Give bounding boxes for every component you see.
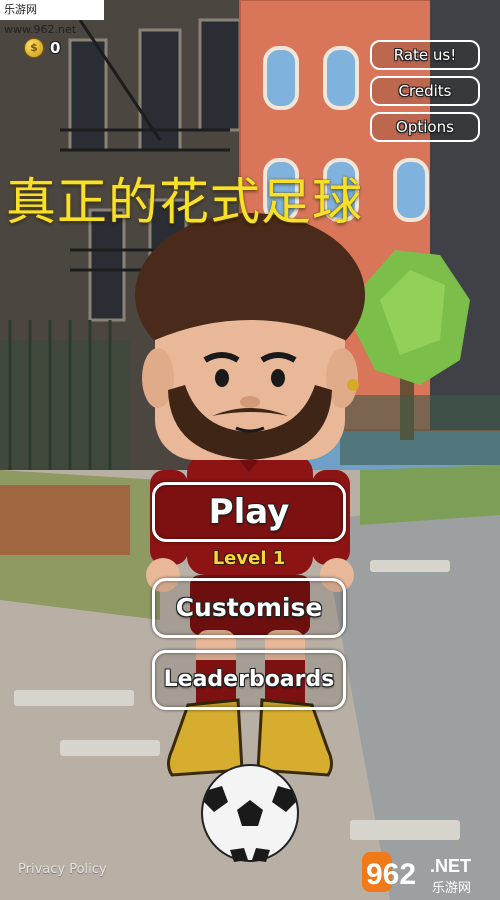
- watermark: 乐游网 www.962.net: [0, 0, 104, 36]
- logo-cn: 乐游网: [432, 881, 471, 896]
- site-logo: 962 .NET 乐游网: [362, 852, 471, 896]
- level-label: Level 1: [212, 548, 286, 569]
- leaderboards-button[interactable]: Leaderboards: [152, 650, 346, 710]
- rate-us-button[interactable]: Rate us!: [370, 40, 480, 70]
- coin-icon: $: [24, 38, 44, 58]
- customise-button[interactable]: Customise: [152, 578, 346, 638]
- privacy-policy-link[interactable]: Privacy Policy: [18, 862, 107, 877]
- options-button[interactable]: Options: [370, 112, 480, 142]
- game-title: 真正的花式足球: [6, 173, 363, 231]
- credits-button[interactable]: Credits: [370, 76, 480, 106]
- soccer-ball-icon: [201, 764, 299, 862]
- coin-counter: $ 0: [24, 38, 60, 58]
- coin-count: 0: [50, 39, 61, 57]
- logo-domain: .NET: [430, 856, 471, 876]
- play-button[interactable]: Play: [152, 482, 346, 542]
- logo-number: 962: [366, 858, 416, 891]
